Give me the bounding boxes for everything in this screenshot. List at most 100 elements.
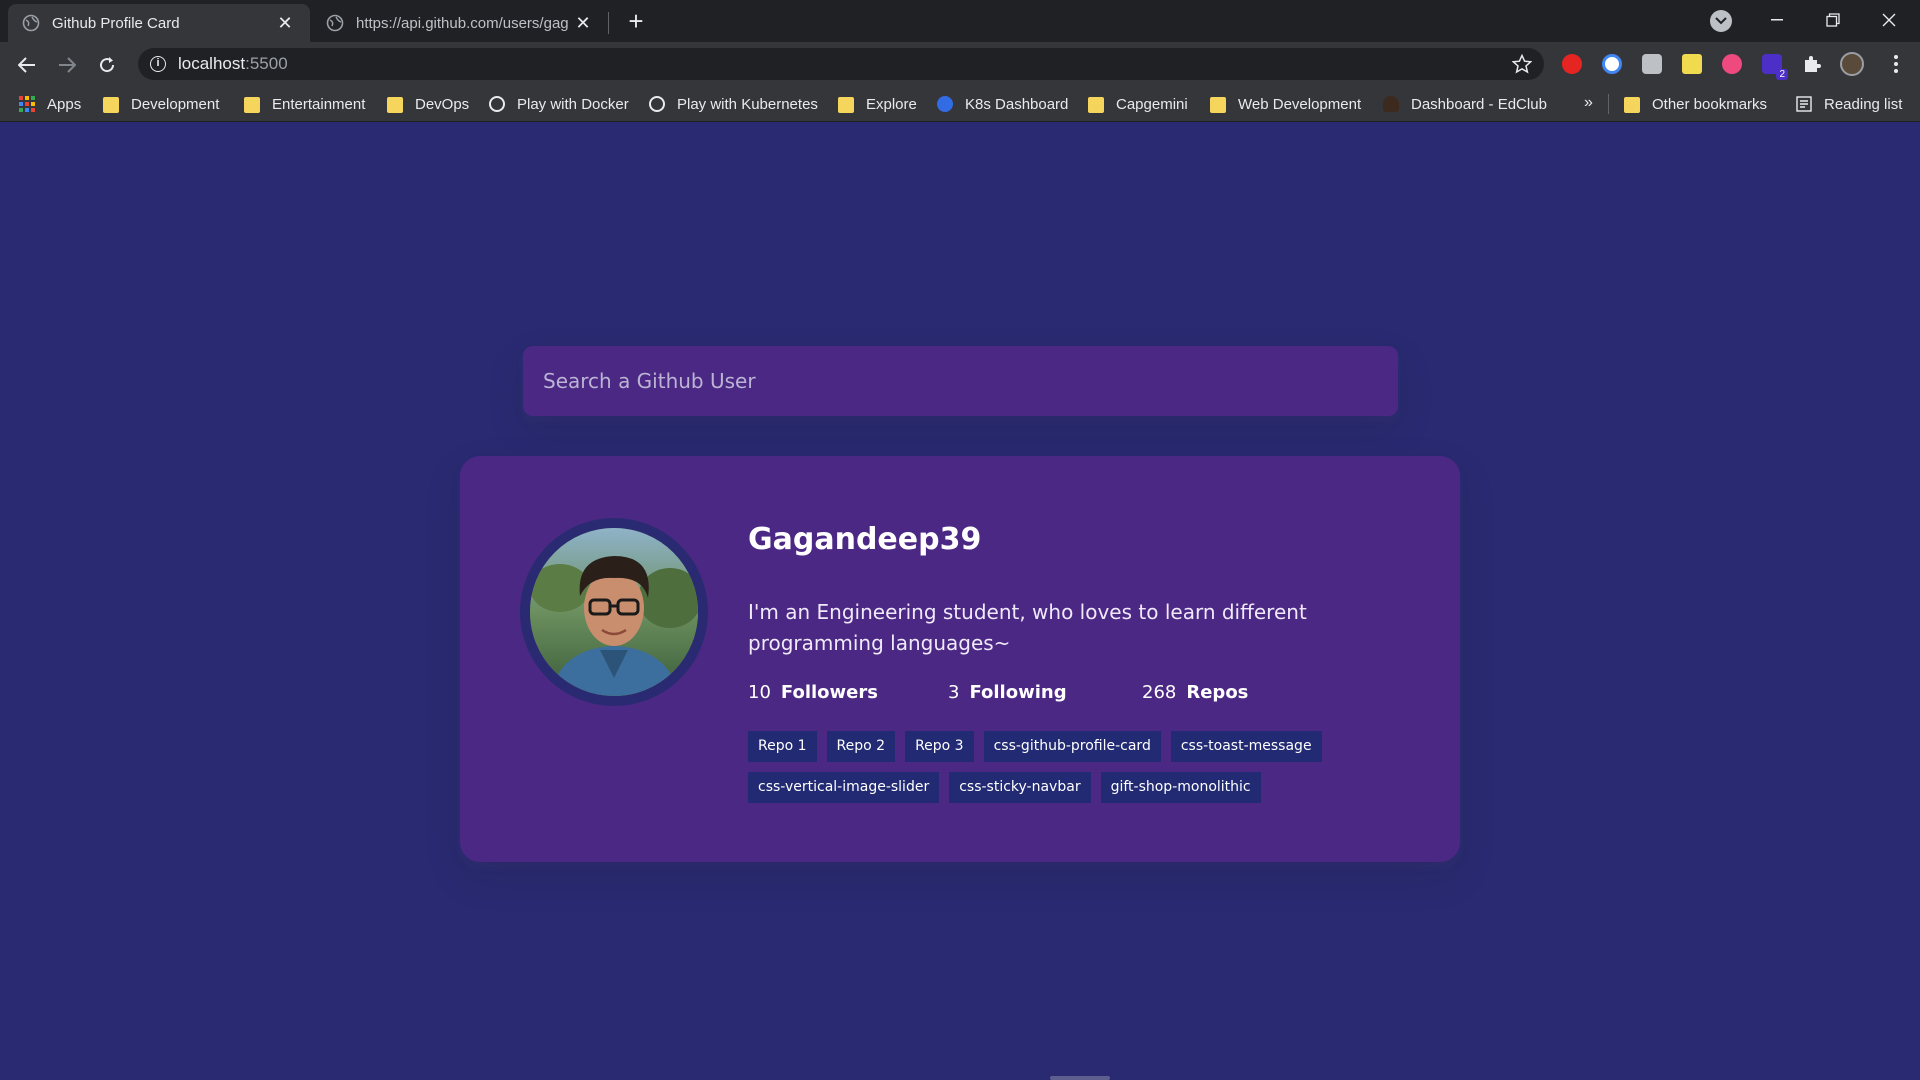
bookmark-label: Development: [131, 95, 220, 113]
arrow-right-icon: [59, 57, 76, 73]
bookmark-other-bookmarks[interactable]: Other bookmarks: [1624, 86, 1767, 122]
profile-card: Gagandeep39 I'm an Engineering student, …: [460, 456, 1460, 862]
bookmark-capgemini[interactable]: Capgemini: [1088, 86, 1188, 122]
bookmark-play-with-kubernetes[interactable]: Play with Kubernetes: [649, 86, 818, 122]
reload-button[interactable]: [92, 50, 122, 80]
user-bio: I'm an Engineering student, who loves to…: [748, 600, 1307, 655]
more-bookmarks-button[interactable]: »: [1584, 94, 1593, 112]
blocker-extension-icon[interactable]: [1602, 54, 1622, 74]
repo-link[interactable]: Repo 3: [905, 731, 974, 762]
close-tab-icon[interactable]: ✕: [274, 12, 296, 34]
repo-link[interactable]: css-github-profile-card: [983, 731, 1161, 762]
followers-count: 10: [748, 681, 771, 703]
repos-label: Repos: [1186, 681, 1249, 703]
address-bar[interactable]: i localhost:5500: [138, 48, 1544, 80]
folder-icon: [838, 97, 854, 113]
scroll-indicator: [1050, 1076, 1110, 1080]
user-stats: 10 Followers 3 Following 268 Repos: [748, 677, 1388, 707]
bookmark-web-development[interactable]: Web Development: [1210, 86, 1361, 122]
adblock-extension-icon[interactable]: [1562, 54, 1582, 74]
following-label: Following: [969, 681, 1067, 703]
repo-link[interactable]: Repo 1: [748, 731, 817, 762]
followers-label: Followers: [780, 681, 878, 703]
globe-icon: [649, 96, 665, 112]
user-photo: [530, 528, 698, 696]
globe-icon: [22, 14, 40, 32]
bookmark-label: Entertainment: [272, 95, 366, 113]
username: Gagandeep39: [748, 522, 982, 557]
repo-link[interactable]: gift-shop-monolithic: [1100, 772, 1261, 803]
tab-title: Github Profile Card: [52, 14, 180, 32]
bookmark-explore[interactable]: Explore: [838, 86, 917, 122]
reload-icon: [100, 57, 115, 73]
bookmarks-divider: [1608, 94, 1609, 114]
edclub-icon: [1383, 96, 1399, 112]
bookmark-star-icon[interactable]: [1512, 54, 1532, 74]
info-icon[interactable]: i: [150, 56, 166, 72]
tab-strip: Github Profile Card ✕ https://api.github…: [0, 0, 1920, 42]
bookmark-apps[interactable]: Apps: [19, 86, 81, 122]
bookmark-k8s-dashboard[interactable]: K8s Dashboard: [937, 86, 1068, 122]
tab-title: https://api.github.com/users/gag: [356, 14, 569, 32]
back-button[interactable]: [12, 50, 42, 80]
bookmark-label: Reading list: [1824, 95, 1903, 113]
bookmark-entertainment[interactable]: Entertainment: [244, 86, 365, 122]
repo-link[interactable]: css-vertical-image-slider: [748, 772, 940, 803]
repo-link[interactable]: css-toast-message: [1170, 731, 1322, 762]
apps-grid-icon: [19, 96, 35, 112]
repos-count: 268: [1142, 681, 1177, 703]
js-extension-icon[interactable]: [1682, 54, 1702, 74]
extension-badge: 2: [1776, 69, 1788, 80]
minimize-button[interactable]: [1754, 4, 1800, 36]
repo-link[interactable]: Repo 2: [826, 731, 896, 762]
t-extension-icon[interactable]: [1722, 54, 1742, 74]
kubernetes-icon: [937, 96, 953, 112]
more-menu-icon[interactable]: [1886, 52, 1906, 76]
close-window-button[interactable]: [1866, 4, 1912, 36]
bookmark-devops[interactable]: DevOps: [387, 86, 469, 122]
bookmark-label: Web Development: [1238, 95, 1362, 113]
bookmark-play-with-docker[interactable]: Play with Docker: [489, 86, 629, 122]
tab-github-profile-card[interactable]: Github Profile Card ✕: [8, 4, 310, 42]
puzzle-extensions-icon[interactable]: [1802, 54, 1822, 74]
tab-github-api[interactable]: https://api.github.com/users/gag ✕: [312, 4, 608, 42]
extension-with-badge-icon[interactable]: 2: [1762, 54, 1788, 80]
folder-icon: [387, 97, 403, 113]
repo-link[interactable]: css-sticky-navbar: [949, 772, 1091, 803]
globe-icon: [489, 96, 505, 112]
folder-icon: [244, 97, 260, 113]
close-tab-icon[interactable]: ✕: [572, 12, 594, 34]
tab-divider: [608, 12, 609, 34]
globe-icon: [326, 14, 344, 32]
search-user-input[interactable]: [523, 346, 1398, 416]
bookmarks-bar: Apps Development Entertainment DevOps Pl…: [0, 86, 1920, 122]
tab-search-icon[interactable]: [1710, 10, 1732, 32]
followers-stat: 10 Followers: [748, 682, 948, 703]
bookmark-label: Apps: [47, 95, 82, 113]
following-count: 3: [948, 681, 960, 703]
bookmark-label: Play with Kubernetes: [677, 95, 818, 113]
bookmark-dashboard-edclub[interactable]: Dashboard - EdClub: [1383, 86, 1547, 122]
new-tab-button[interactable]: +: [622, 8, 650, 36]
bookmark-label: Explore: [866, 95, 917, 113]
bookmark-development[interactable]: Development: [103, 86, 219, 122]
bookmark-label: Other bookmarks: [1652, 95, 1768, 113]
folder-icon: [1210, 97, 1226, 113]
restore-button[interactable]: [1810, 4, 1856, 36]
forward-button[interactable]: [52, 50, 82, 80]
bookmark-label: DevOps: [415, 95, 470, 113]
folder-icon: [103, 97, 119, 113]
folder-icon: [1624, 97, 1640, 113]
browser-toolbar: i localhost:5500 2: [0, 42, 1920, 86]
bookmark-label: Dashboard - EdClub: [1411, 95, 1547, 113]
extension-icon[interactable]: [1642, 54, 1662, 74]
reading-list-icon: [1796, 96, 1812, 112]
reading-list-button[interactable]: Reading list: [1796, 86, 1902, 122]
page-content: Gagandeep39 I'm an Engineering student, …: [0, 122, 1920, 1080]
user-info: Gagandeep39 I'm an Engineering student, …: [748, 516, 1388, 813]
bookmark-label: K8s Dashboard: [965, 95, 1069, 113]
profile-avatar[interactable]: [1840, 52, 1864, 76]
following-stat: 3 Following: [948, 682, 1142, 703]
url-text[interactable]: localhost:5500: [178, 54, 288, 74]
bookmark-label: Play with Docker: [517, 95, 629, 113]
